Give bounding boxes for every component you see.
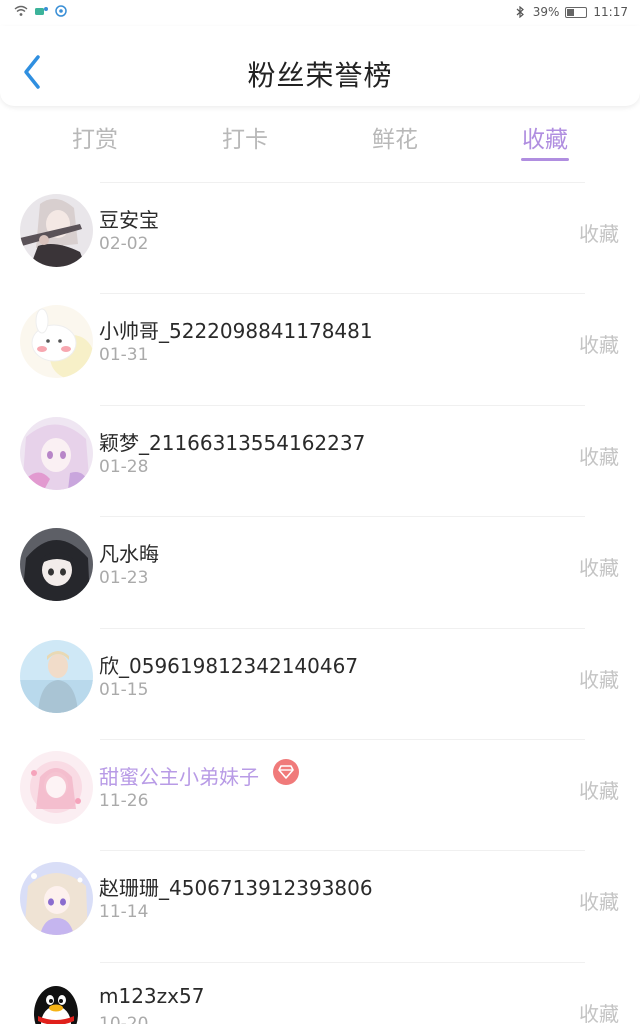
app-notification-icon [55, 5, 67, 17]
fan-date: 01-23 [99, 568, 149, 589]
bluetooth-icon [516, 6, 524, 18]
fan-date: 02-02 [99, 234, 149, 254]
fan-action-label: 收藏 [579, 556, 619, 581]
fan-row[interactable]: 凡水晦 01-23 收藏 [0, 512, 640, 623]
avatar[interactable] [20, 194, 93, 267]
fan-row[interactable]: 欣_059619812342140467 01-15 收藏 [0, 624, 640, 735]
fan-action-label: 收藏 [579, 1001, 619, 1024]
status-bar: 39% 11:17 [0, 0, 640, 26]
active-tab-indicator [521, 158, 569, 161]
fan-action-label: 收藏 [579, 444, 619, 469]
wifi-icon [14, 5, 28, 16]
fan-name: 甜蜜公主小弟妹子 [99, 764, 259, 789]
avatar[interactable] [20, 750, 93, 824]
fan-row[interactable]: 颖梦_21166313554162237 01-28 收藏 [0, 401, 640, 512]
avatar[interactable] [20, 416, 93, 490]
battery-level-fill [567, 8, 575, 16]
fan-row[interactable]: 小帅哥_5222098841178481 01-31 收藏 [0, 289, 640, 400]
fan-row[interactable]: 赵珊珊_4506713912393806 11-14 收藏 [0, 846, 640, 957]
fan-date: 10-20 [99, 1013, 149, 1024]
fan-date: 01-15 [99, 679, 149, 700]
diamond-icon [278, 765, 294, 779]
fan-name: 赵珊珊_4506713912393806 [99, 876, 373, 901]
fan-name: m123zx57 [99, 983, 205, 1008]
fan-name: 欣_059619812342140467 [99, 653, 359, 678]
fan-name: 豆安宝 [99, 208, 159, 232]
notification-icon [35, 7, 48, 15]
avatar[interactable] [20, 305, 93, 379]
header: 粉丝荣誉榜 [0, 26, 640, 106]
fan-date: 01-28 [99, 456, 149, 477]
clock: 11:17 [593, 5, 628, 19]
fan-date: 11-14 [99, 902, 149, 923]
fan-action-label: 收藏 [579, 778, 619, 803]
fan-list: 豆安宝 02-02 收藏 小帅哥_5222098841178481 01-31 … [0, 178, 640, 1024]
tab-checkin[interactable]: 打卡 [190, 120, 300, 154]
avatar[interactable] [20, 973, 93, 1024]
fan-date: 01-31 [99, 345, 149, 366]
status-left-icons [14, 5, 68, 17]
fan-action-label: 收藏 [579, 890, 619, 915]
tab-favorites[interactable]: 收藏 [490, 120, 600, 154]
fan-name: 凡水晦 [99, 542, 159, 567]
status-right-icons: 39% 11:17 [513, 5, 628, 19]
fan-action-label: 收藏 [579, 222, 619, 246]
fan-action-label: 收藏 [579, 333, 619, 358]
page-title: 粉丝荣誉榜 [247, 59, 393, 92]
fan-date: 11-26 [99, 790, 149, 811]
fan-name: 颖梦_21166313554162237 [99, 430, 366, 455]
battery-percent: 39% [532, 5, 560, 19]
vip-badge [273, 758, 299, 785]
fan-name: 小帅哥_5222098841178481 [99, 319, 373, 344]
avatar[interactable] [20, 862, 93, 936]
fan-row[interactable]: 豆安宝 02-02 收藏 [0, 178, 640, 289]
battery-icon [565, 6, 588, 18]
fan-action-label: 收藏 [579, 667, 619, 692]
fan-row[interactable]: 甜蜜公主小弟妹子 11-26 收藏 [0, 735, 640, 846]
avatar[interactable] [20, 528, 93, 602]
fan-row[interactable]: m123zx57 10-20 收藏 [0, 958, 640, 1024]
tab-flowers[interactable]: 鲜花 [340, 120, 450, 154]
tab-reward[interactable]: 打赏 [40, 120, 150, 154]
avatar[interactable] [20, 639, 93, 713]
